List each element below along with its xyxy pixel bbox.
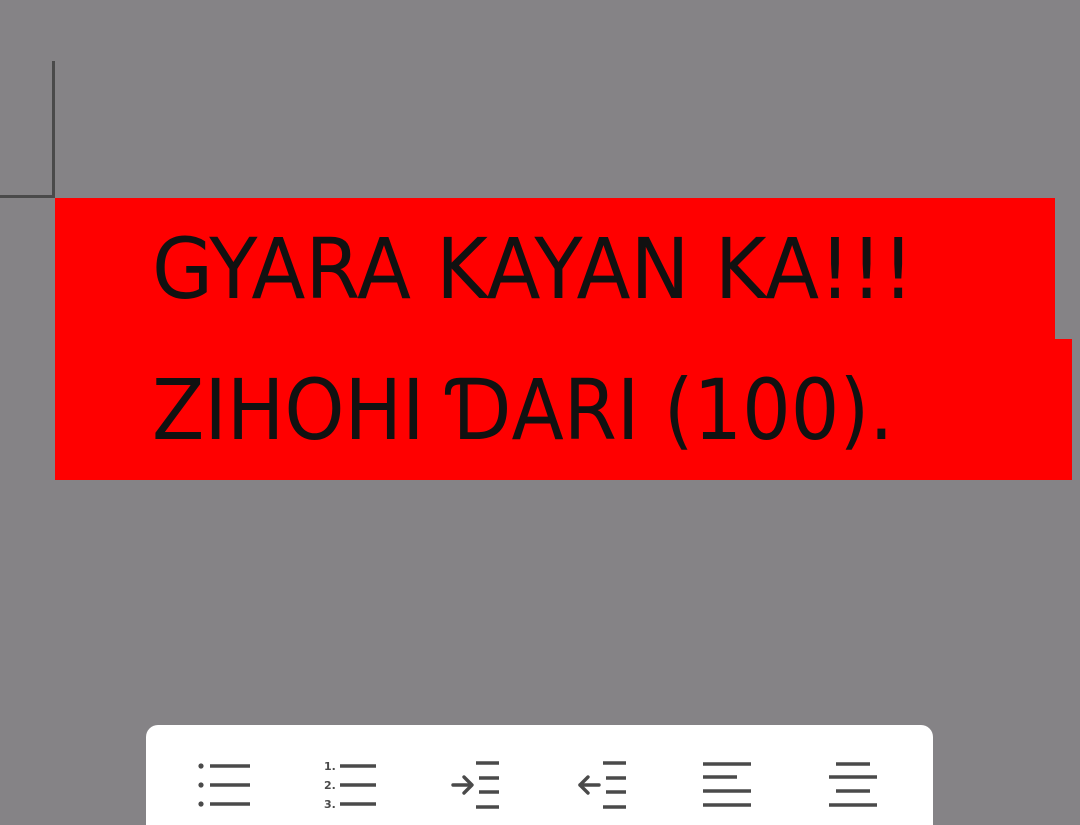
page-margin-guide-horizontal — [0, 195, 55, 198]
formatting-toolbar: 1. 2. 3. — [146, 725, 933, 825]
text-line-1: GYARA KAYAN KA!!! — [152, 219, 915, 318]
highlighted-text-line-2[interactable]: ZIHOHI ƊARI (100). — [55, 339, 1072, 480]
align-left-button[interactable] — [692, 759, 762, 811]
numbered-list-button[interactable]: 1. 2. 3. — [312, 759, 382, 811]
increase-indent-button[interactable] — [439, 759, 509, 811]
bulleted-list-icon — [198, 763, 250, 807]
numbered-list-marker-1: 1. — [324, 760, 336, 773]
text-line-2: ZIHOHI ƊARI (100). — [152, 360, 894, 459]
highlighted-text-line-1[interactable]: GYARA KAYAN KA!!! — [55, 198, 1055, 339]
align-center-button[interactable] — [819, 759, 889, 811]
increase-indent-icon — [451, 761, 499, 809]
numbered-list-marker-3: 3. — [324, 798, 336, 811]
align-center-icon — [829, 762, 877, 807]
bulleted-list-button[interactable] — [186, 759, 256, 811]
numbered-list-marker-2: 2. — [324, 779, 336, 792]
page-margin-guide-vertical — [52, 61, 55, 198]
decrease-indent-button[interactable] — [566, 759, 636, 811]
numbered-list-icon: 1. 2. 3. — [324, 760, 376, 811]
align-left-icon — [703, 762, 751, 807]
decrease-indent-icon — [578, 761, 626, 809]
